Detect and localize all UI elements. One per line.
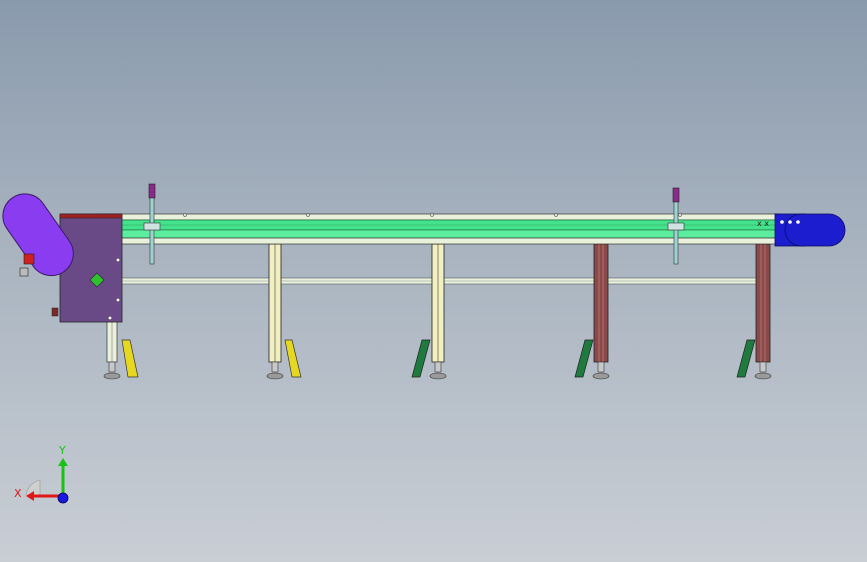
- svg-text:x x: x x: [757, 219, 769, 228]
- leg-1: [103, 317, 139, 380]
- leveling-foot-3: [429, 372, 447, 380]
- foot-brace-1: [121, 339, 139, 378]
- cad-viewport[interactable]: x x X Y: [0, 0, 867, 562]
- foot-brace-3: [411, 339, 431, 378]
- foot-brace-2: [284, 339, 302, 378]
- leveling-foot-4: [592, 372, 610, 380]
- leveling-foot-5: [754, 372, 772, 380]
- z-axis-dot: [57, 492, 69, 504]
- foot-brace-5: [736, 339, 756, 378]
- drive-end[interactable]: [0, 185, 123, 323]
- x-axis-label: X: [14, 487, 22, 500]
- axis-triad: X Y: [14, 444, 69, 504]
- drive-housing: [59, 213, 123, 323]
- guide-post-left[interactable]: [143, 183, 161, 265]
- leg-3: [411, 243, 447, 380]
- foot-brace-4: [574, 339, 594, 378]
- conveyor-model[interactable]: x x: [0, 0, 867, 562]
- guide-post-right[interactable]: [667, 187, 685, 265]
- leg-5: [736, 243, 772, 380]
- y-axis-label: Y: [58, 444, 66, 457]
- leveling-foot-1: [103, 372, 121, 380]
- motor-terminal: [23, 253, 35, 265]
- leg-2: [266, 243, 302, 380]
- leg-4: [574, 243, 610, 380]
- leveling-foot-2: [266, 372, 284, 380]
